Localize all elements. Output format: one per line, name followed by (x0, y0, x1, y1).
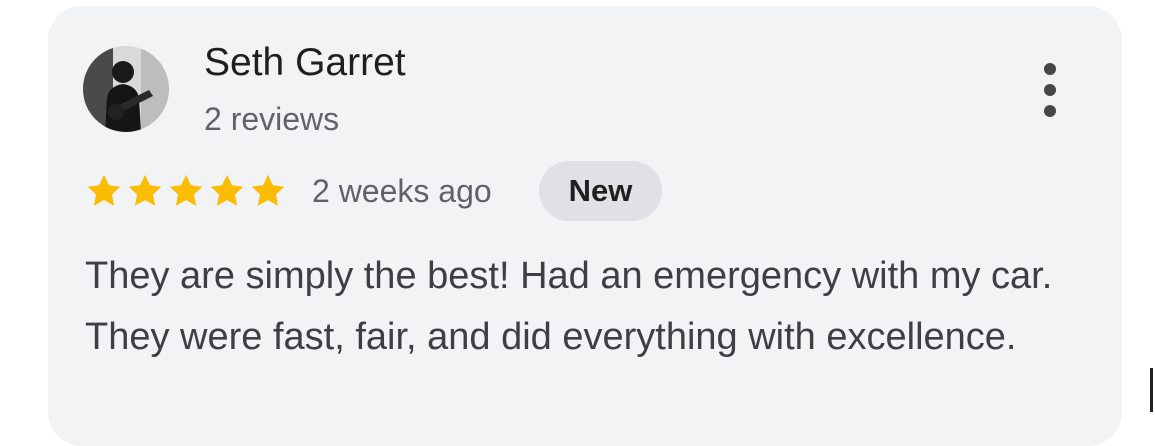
avatar-photo-icon (83, 46, 169, 132)
review-text: They are simply the best! Had an emergen… (85, 255, 1053, 358)
star-rating (85, 172, 287, 210)
new-badge: New (539, 161, 662, 221)
more-vertical-icon (1044, 63, 1056, 75)
review-time: 2 weeks ago (312, 173, 492, 209)
reviewer-review-count[interactable]: 2 reviews (204, 99, 339, 139)
star-icon (210, 174, 244, 206)
more-options-button[interactable] (1026, 60, 1074, 120)
edge-divider (1150, 368, 1153, 412)
star-icon (169, 174, 203, 206)
star-icon (251, 174, 285, 206)
star-icon (128, 174, 162, 206)
star-icon (87, 174, 121, 206)
reviewer-name[interactable]: Seth Garret (204, 40, 406, 86)
reviewer-avatar[interactable] (83, 46, 169, 132)
